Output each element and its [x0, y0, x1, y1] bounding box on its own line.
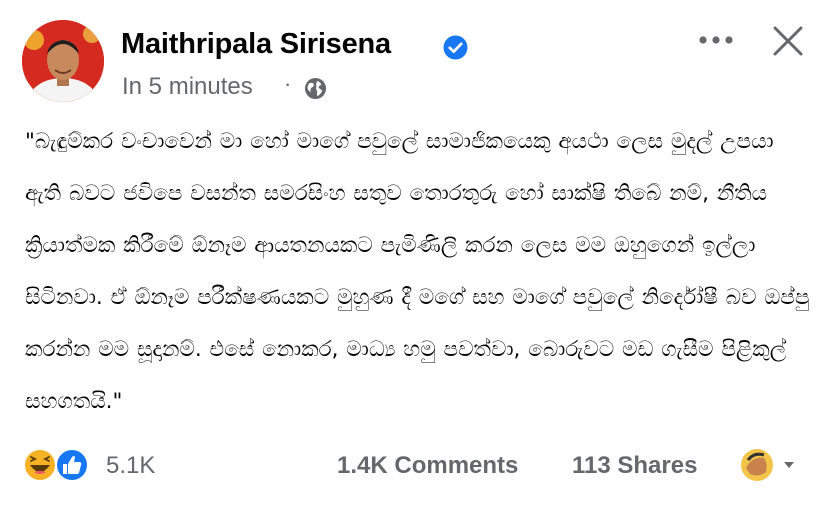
- post-text: "බැඳුම්කර වංචාවෙන් මා හෝ මාගේ පවුලේ සාමා…: [25, 129, 810, 414]
- reaction-count[interactable]: 5.1K: [106, 452, 155, 480]
- author-avatar[interactable]: [22, 20, 104, 102]
- more-options-icon[interactable]: [697, 32, 735, 48]
- profile-photo-icon: [22, 20, 104, 102]
- meta-separator: ·: [284, 71, 292, 96]
- profile-reaction-selector-icon[interactable]: [738, 446, 798, 484]
- facebook-post: Maithripala Sirisena In 5 minutes · "බැඳ…: [0, 0, 828, 506]
- close-icon[interactable]: [771, 24, 805, 58]
- author-name[interactable]: Maithripala Sirisena: [121, 28, 391, 61]
- comments-count[interactable]: 1.4K Comments: [337, 452, 518, 480]
- verified-badge-icon: [443, 35, 468, 60]
- reaction-icons[interactable]: [22, 446, 92, 484]
- shares-count[interactable]: 113 Shares: [572, 452, 697, 480]
- post-timestamp[interactable]: In 5 minutes: [122, 73, 253, 101]
- globe-icon[interactable]: [304, 77, 327, 100]
- haha-reaction-icon: [23, 448, 57, 482]
- like-reaction-icon: [55, 448, 89, 482]
